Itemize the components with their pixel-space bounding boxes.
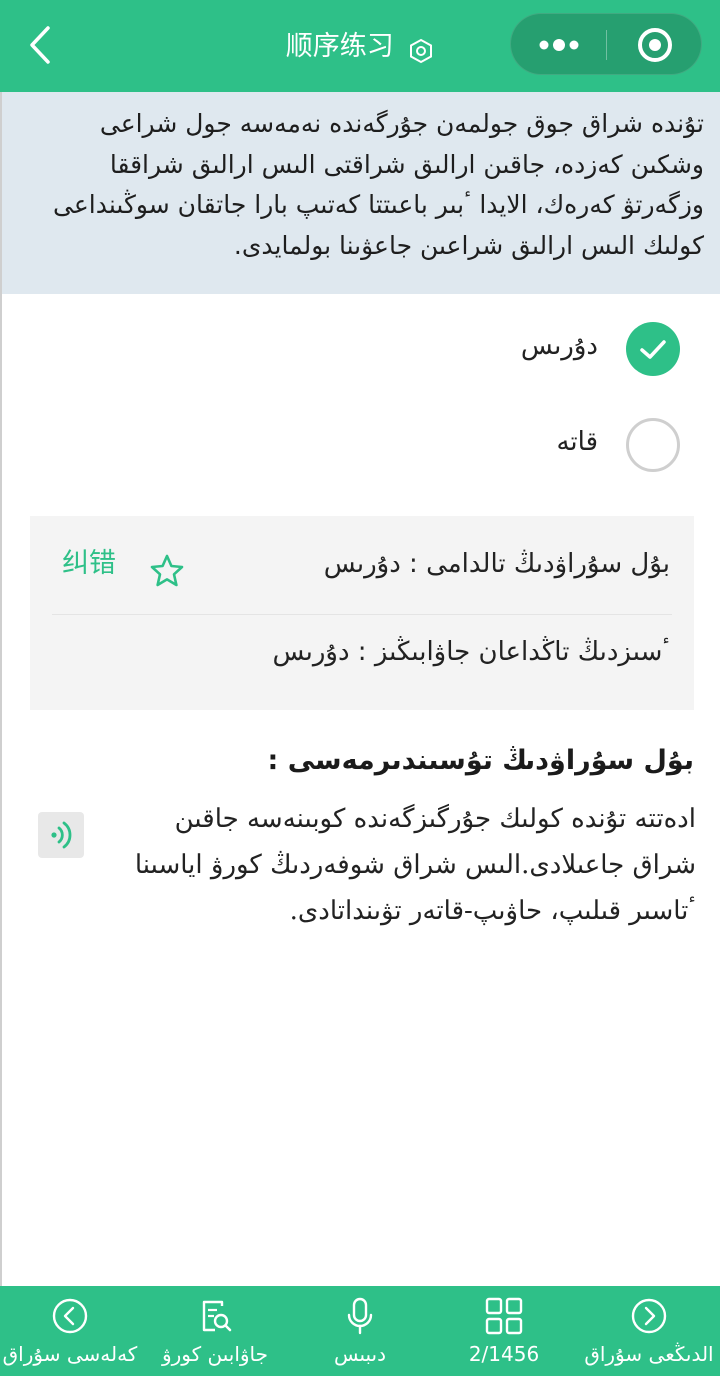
target-circle-icon — [638, 28, 672, 62]
question-text: تۇندە شراق جوق جولمەن جۇرگەندە نەمەسە جو… — [2, 92, 720, 294]
page-title-text: 顺序练习 — [285, 30, 394, 62]
option-label: دۇرىس — [520, 331, 598, 361]
bottom-nav-bar: كەلەسى سۇراق جاۋابىن كورۋ دىبىس 2/1456 ا… — [0, 1286, 720, 1376]
tab-label: جاۋابىن كورۋ — [161, 1342, 269, 1366]
tab-label: دىبىس — [333, 1342, 387, 1366]
microphone-icon — [340, 1296, 380, 1336]
question-counter: 2/1456 — [468, 1342, 540, 1366]
your-answer-value: دۇرىس — [272, 637, 350, 667]
explanation-text: ادەتتە تۇندە كولىك جۇرگىزگەندە كوبىنەسە … — [134, 804, 696, 926]
chevron-right-circle-icon — [629, 1296, 669, 1336]
page-title: 顺序练习 — [200, 24, 520, 68]
report-error-link[interactable]: 纠错 — [62, 544, 116, 584]
document-search-icon — [195, 1296, 235, 1336]
option-wrong[interactable]: قاتە — [280, 418, 680, 474]
more-button[interactable] — [511, 14, 607, 76]
option-radio-circle — [626, 418, 680, 472]
option-label: قاتە — [556, 427, 598, 457]
tab-view-answer[interactable]: جاۋابىن كورۋ — [145, 1286, 285, 1376]
tab-previous-question-right[interactable]: الدىڭعى سۇراق — [578, 1286, 720, 1376]
your-answer-label: ٴسىزدىڭ تاڭداعان جاۋابىڭىز : — [357, 637, 670, 667]
tab-next-question-left[interactable]: كەلەسى سۇراق — [0, 1286, 140, 1376]
check-icon — [640, 340, 666, 359]
favorite-button[interactable] — [148, 552, 186, 590]
mini-program-capsule — [510, 13, 702, 75]
option-checked-mark — [626, 322, 680, 376]
correct-answer-row: بۇل سۇراۋدىڭ تالدامى : دۇرىس — [324, 544, 670, 584]
tab-voice[interactable]: دىبىس — [290, 1286, 430, 1376]
tab-label: الدىڭعى سۇراق — [584, 1342, 714, 1366]
top-nav-bar: 顺序练习 — [0, 0, 720, 92]
your-answer-row: ٴسىزدىڭ تاڭداعان جاۋابىڭىز : دۇرىس — [272, 632, 670, 672]
explanation-title: بۇل سۇراۋدىڭ تۇسىندىرمەسى : — [267, 745, 694, 776]
more-dots-icon — [539, 39, 579, 51]
option-correct[interactable]: دۇرىس — [280, 322, 680, 378]
audio-wave-icon — [51, 821, 72, 849]
back-button[interactable] — [22, 20, 62, 70]
chevron-left-icon — [30, 26, 50, 64]
grid-icon — [484, 1296, 524, 1336]
answer-divider — [52, 614, 672, 615]
chevron-left-circle-icon — [50, 1296, 90, 1336]
close-mini-program-button[interactable] — [607, 14, 703, 76]
audio-play-button[interactable] — [38, 812, 84, 858]
tab-question-index[interactable]: 2/1456 — [434, 1286, 574, 1376]
answer-panel: بۇل سۇراۋدىڭ تالدامى : دۇرىس 纠错 ٴسىزدىڭ … — [30, 516, 694, 710]
star-outline-icon — [150, 554, 184, 587]
correct-answer-label: بۇل سۇراۋدىڭ تالدامى : — [409, 549, 670, 579]
tab-label: كەلەسى سۇراق — [2, 1342, 138, 1366]
correct-answer-value: دۇرىس — [323, 549, 401, 579]
settings-hex-icon[interactable] — [408, 34, 434, 63]
